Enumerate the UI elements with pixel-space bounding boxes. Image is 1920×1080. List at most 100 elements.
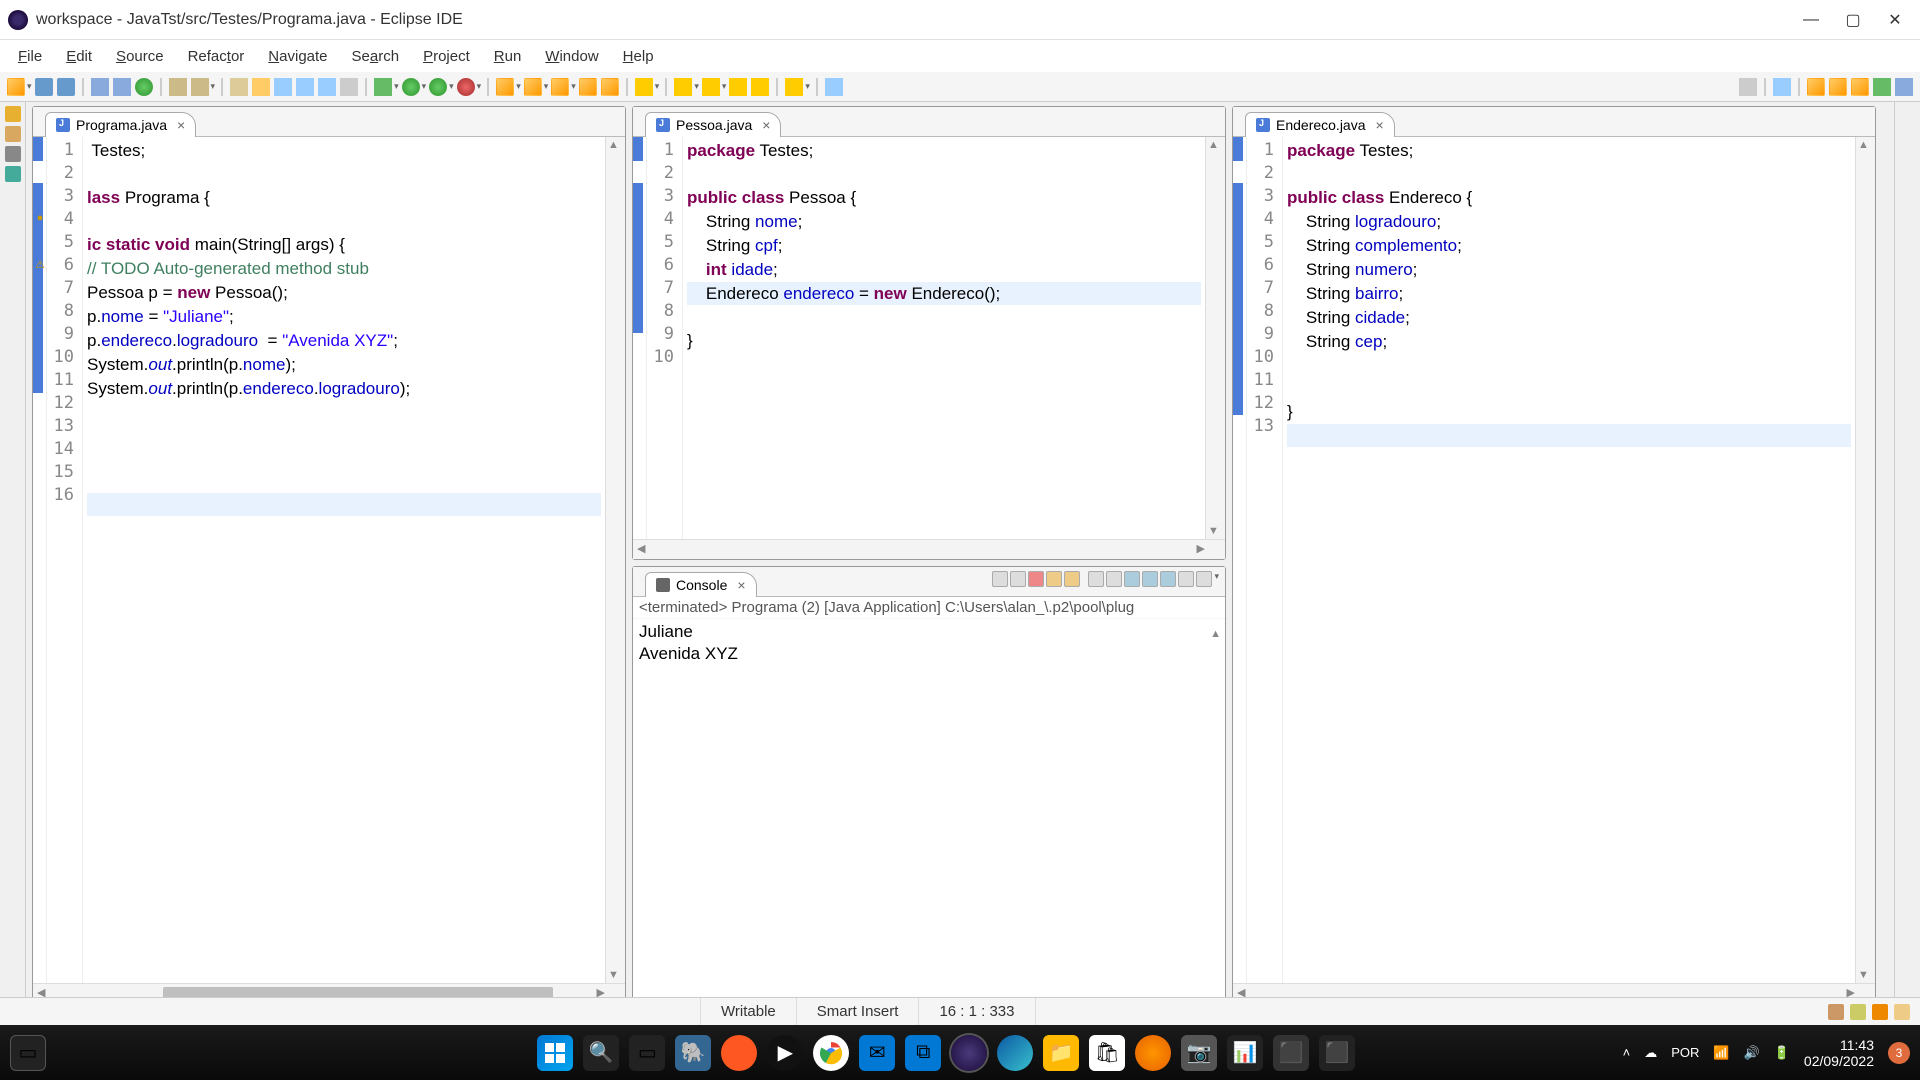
tip-of-day-icon[interactable] <box>1894 1004 1910 1020</box>
toolbar-icon[interactable] <box>751 78 769 96</box>
close-button[interactable]: ✕ <box>1886 11 1904 29</box>
pin-button[interactable] <box>825 78 843 96</box>
toolbar-icon[interactable] <box>524 78 542 96</box>
toolbar-icon[interactable] <box>729 78 747 96</box>
new-button[interactable] <box>7 78 25 96</box>
tab-console[interactable]: Console × <box>645 572 757 597</box>
menu-edit[interactable]: Edit <box>56 44 102 69</box>
view-icon[interactable] <box>5 146 21 162</box>
media-player-icon[interactable]: ▶ <box>767 1035 803 1071</box>
remove-all-button[interactable] <box>1064 571 1080 587</box>
save-all-button[interactable] <box>57 78 75 96</box>
toolbar-icon[interactable] <box>191 78 209 96</box>
status-icon[interactable] <box>1850 1004 1866 1020</box>
toolbar-icon[interactable] <box>496 78 514 96</box>
console-btn[interactable] <box>1160 571 1176 587</box>
toolbar-icon[interactable] <box>230 78 248 96</box>
vertical-scrollbar[interactable]: ▲▼ <box>605 137 625 983</box>
tab-endereco[interactable]: Endereco.java × <box>1245 112 1395 137</box>
horizontal-scrollbar[interactable]: ◀▶ <box>633 539 1225 559</box>
debug-button[interactable] <box>374 78 392 96</box>
toolbar-icon[interactable] <box>579 78 597 96</box>
app-icon[interactable]: ⬛ <box>1319 1035 1355 1071</box>
postman-icon[interactable] <box>721 1035 757 1071</box>
app-icon[interactable]: ⬛ <box>1273 1035 1309 1071</box>
task-view-button[interactable]: ▭ <box>629 1035 665 1071</box>
minimize-button[interactable]: — <box>1802 11 1820 29</box>
run-button[interactable] <box>402 78 420 96</box>
menu-run[interactable]: Run <box>484 44 532 69</box>
edge-icon[interactable] <box>997 1035 1033 1071</box>
toolbar-icon[interactable] <box>1873 78 1891 96</box>
store-icon[interactable]: 🛍 <box>1089 1035 1125 1071</box>
toolbar-icon[interactable] <box>318 78 336 96</box>
menu-search[interactable]: Search <box>342 44 410 69</box>
remove-launch-button[interactable] <box>1046 571 1062 587</box>
firefox-icon[interactable] <box>1135 1035 1171 1071</box>
view-icon[interactable] <box>5 166 21 182</box>
toolbar-icon[interactable] <box>551 78 569 96</box>
tab-pessoa[interactable]: Pessoa.java × <box>645 112 781 137</box>
back-button[interactable] <box>674 78 692 96</box>
perspective-java-button[interactable] <box>1807 78 1825 96</box>
close-tab-icon[interactable]: × <box>737 577 745 593</box>
maximize-button[interactable]: ▢ <box>1844 11 1862 29</box>
menu-window[interactable]: Window <box>535 44 608 69</box>
console-btn[interactable] <box>992 571 1008 587</box>
code-area[interactable]: package Testes; public class Endereco { … <box>1283 137 1855 983</box>
toolbar-icon[interactable] <box>457 78 475 96</box>
battery-icon[interactable]: 🔋 <box>1774 1045 1790 1061</box>
toolbar-icon[interactable] <box>1829 78 1847 96</box>
console-btn[interactable] <box>1142 571 1158 587</box>
status-icon[interactable] <box>1872 1004 1888 1020</box>
coverage-button[interactable] <box>429 78 447 96</box>
toolbar-icon[interactable] <box>252 78 270 96</box>
toolbar-icon[interactable] <box>1895 78 1913 96</box>
search-button[interactable]: 🔍 <box>583 1035 619 1071</box>
widgets-button[interactable]: ▭ <box>10 1035 46 1071</box>
close-tab-icon[interactable]: × <box>1376 117 1384 133</box>
toolbar-icon[interactable] <box>296 78 314 96</box>
tab-programa[interactable]: Programa.java × <box>45 112 196 137</box>
display-console-button[interactable] <box>1178 571 1194 587</box>
postgresql-icon[interactable]: 🐘 <box>675 1035 711 1071</box>
scroll-lock-button[interactable] <box>1106 571 1122 587</box>
toolbar-icon[interactable] <box>601 78 619 96</box>
toolbar-icon[interactable] <box>91 78 109 96</box>
open-perspective-button[interactable] <box>1773 78 1791 96</box>
notification-badge[interactable]: 3 <box>1888 1042 1910 1064</box>
camera-icon[interactable]: 📷 <box>1181 1035 1217 1071</box>
menu-file[interactable]: File <box>8 44 52 69</box>
console-btn[interactable] <box>1010 571 1026 587</box>
onedrive-icon[interactable]: ☁ <box>1644 1045 1657 1061</box>
volume-icon[interactable]: 🔊 <box>1744 1045 1760 1061</box>
toolbar-icon[interactable] <box>635 78 653 96</box>
menu-help[interactable]: Help <box>613 44 664 69</box>
close-tab-icon[interactable]: × <box>762 117 770 133</box>
file-explorer-icon[interactable]: 📁 <box>1043 1035 1079 1071</box>
toolbar-icon[interactable] <box>113 78 131 96</box>
save-button[interactable] <box>35 78 53 96</box>
vertical-scrollbar[interactable]: ▲▼ <box>1855 137 1875 983</box>
menu-refactor[interactable]: Refactor <box>178 44 255 69</box>
toolbar-icon[interactable] <box>785 78 803 96</box>
vscode-icon[interactable]: ⧉ <box>905 1035 941 1071</box>
toolbar-icon[interactable] <box>340 78 358 96</box>
toolbar-icon[interactable] <box>169 78 187 96</box>
clear-console-button[interactable] <box>1088 571 1104 587</box>
search-icon[interactable] <box>1739 78 1757 96</box>
pin-console-button[interactable] <box>1124 571 1140 587</box>
open-console-button[interactable] <box>1196 571 1212 587</box>
vertical-scrollbar[interactable]: ▲▼ <box>1205 137 1225 539</box>
close-tab-icon[interactable]: × <box>177 117 185 133</box>
menu-navigate[interactable]: Navigate <box>258 44 337 69</box>
code-area[interactable]: Testes; lass Programa { ic static void m… <box>83 137 605 983</box>
wifi-icon[interactable]: 📶 <box>1713 1045 1729 1061</box>
chrome-icon[interactable] <box>813 1035 849 1071</box>
office-icon[interactable]: 📊 <box>1227 1035 1263 1071</box>
menu-project[interactable]: Project <box>413 44 480 69</box>
terminate-button[interactable] <box>1028 571 1044 587</box>
toolbar-icon[interactable] <box>135 78 153 96</box>
toolbar-icon[interactable] <box>1851 78 1869 96</box>
restore-view-icon[interactable] <box>5 106 21 122</box>
